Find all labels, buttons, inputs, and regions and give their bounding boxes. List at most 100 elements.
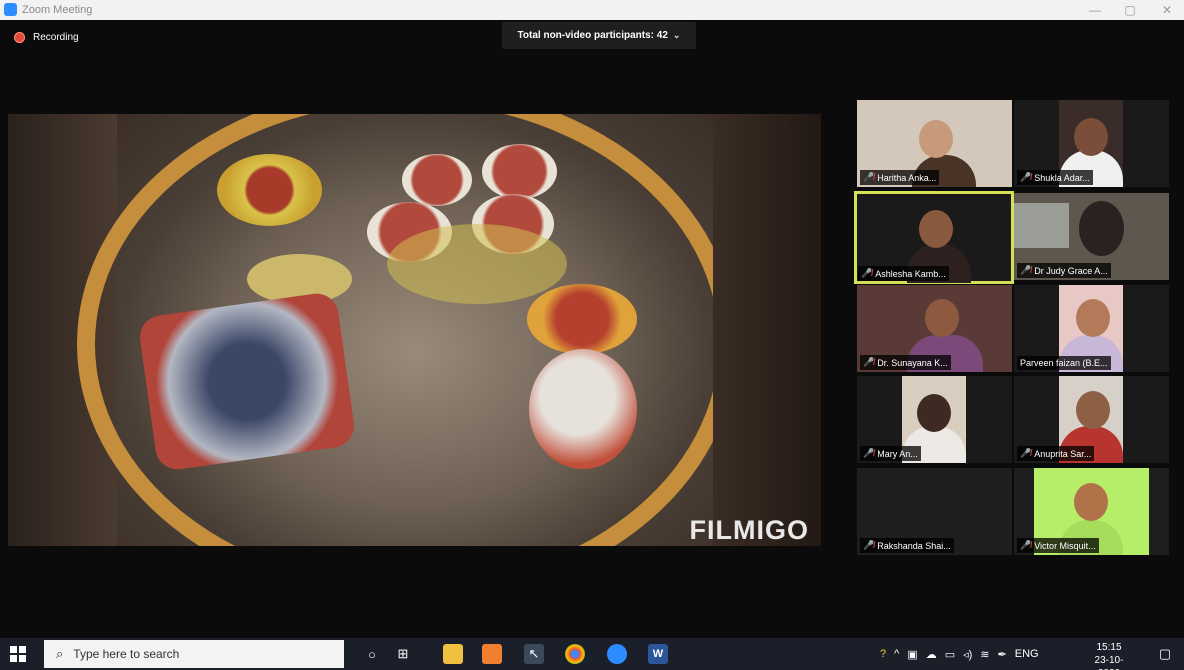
participant-name: Rakshanda Shai...	[877, 540, 951, 551]
mic-muted-icon: 🎤̸	[863, 172, 875, 182]
filmigo-watermark: FILMIGO	[689, 515, 809, 545]
clock-time: 15:15	[1096, 642, 1122, 653]
participant-name: Anuprita Sar...	[1034, 448, 1092, 459]
title-bar: Zoom Meeting — ▢ ✕	[0, 0, 1184, 20]
wifi-icon[interactable]: ≋	[980, 648, 989, 661]
window-title: Zoom Meeting	[22, 4, 93, 16]
diya-pot-top	[527, 284, 637, 354]
mic-muted-icon: 🎤̸	[1020, 265, 1032, 275]
close-button[interactable]: ✕	[1152, 1, 1182, 19]
participant-name: Dr Judy Grace A...	[1034, 265, 1108, 276]
participant-face	[1074, 483, 1108, 521]
diya-blue-square	[137, 290, 357, 473]
participant-tile[interactable]: 🎤̸ Haritha Anka...	[857, 100, 1012, 187]
chevron-up-icon[interactable]: ^	[894, 648, 899, 660]
participant-name-tag: 🎤̸ Dr Judy Grace A...	[1017, 263, 1111, 278]
participant-face	[919, 120, 953, 158]
participant-name-tag: 🎤̸ Rakshanda Shai...	[860, 538, 954, 553]
participant-name-tag: 🎤̸ Ashlesha Kamb...	[858, 266, 949, 281]
non-video-participants-button[interactable]: Total non-video participants: 42 ⌄	[502, 22, 696, 49]
mic-muted-icon: 🎤̸	[861, 268, 873, 278]
participant-tile-active-speaker[interactable]: 🎤̸ Ashlesha Kamb...	[854, 191, 1014, 284]
participant-tile[interactable]: 🎤̸ Shukla Adar...	[1014, 100, 1169, 187]
participant-name: Haritha Anka...	[877, 172, 937, 183]
zoom-window: Zoom Meeting — ▢ ✕ Recording Total non-v…	[0, 0, 1184, 670]
participant-name: Shukla Adar...	[1034, 172, 1090, 183]
chrome-icon[interactable]	[565, 644, 585, 664]
participant-name: Dr. Sunayana K...	[877, 357, 948, 368]
participant-face	[1074, 118, 1108, 156]
participant-face	[917, 394, 951, 432]
notification-icon[interactable]: ▢	[1155, 644, 1175, 664]
participant-name-tag: 🎤̸ Shukla Adar...	[1017, 170, 1093, 185]
participant-background	[1014, 203, 1069, 248]
chevron-down-icon: ⌄	[672, 30, 681, 40]
mic-muted-icon: 🎤̸	[1020, 448, 1032, 458]
word-icon[interactable]: W	[648, 644, 668, 664]
meeting-area: Recording Total non-video participants: …	[0, 20, 1184, 638]
recording-label: Recording	[33, 32, 79, 43]
participant-face	[1079, 201, 1124, 256]
participant-tile[interactable]: Parveen faizan (B.E...	[1014, 285, 1169, 372]
shared-screen-blur-right	[713, 114, 821, 546]
task-view-icon[interactable]: ⊞	[393, 644, 413, 664]
participant-tile[interactable]: 🎤̸ Rakshanda Shai...	[857, 468, 1012, 555]
mic-muted-icon: 🎤̸	[863, 448, 875, 458]
volume-icon[interactable]: ◃)	[963, 648, 972, 661]
diya-red-1	[402, 154, 472, 206]
yellow-mat	[387, 224, 567, 304]
snipping-tool-icon[interactable]: ↖	[524, 644, 544, 664]
participant-name: Mary An...	[877, 448, 918, 459]
participant-face	[919, 210, 953, 248]
search-placeholder: Type here to search	[73, 647, 180, 661]
pen-icon[interactable]: ✒	[998, 648, 1007, 661]
cortana-icon[interactable]: ○	[362, 644, 382, 664]
xampp-icon[interactable]	[482, 644, 502, 664]
taskbar-clock[interactable]: 15:15 23-10-2020	[1086, 641, 1132, 670]
windows-taskbar: ⌕ Type here to search ○ ⊞ ↖ W ? ^ ▣ ☁ ▭ …	[0, 638, 1184, 670]
diya-pot	[529, 349, 637, 469]
participants-pill-label: Total non-video participants: 42	[517, 30, 668, 41]
shared-photo	[77, 114, 737, 546]
search-icon: ⌕	[56, 646, 64, 661]
file-explorer-icon[interactable]	[443, 644, 463, 664]
clock-date: 23-10-2020	[1094, 655, 1124, 670]
participant-face	[925, 299, 959, 337]
participant-name-tag: Parveen faizan (B.E...	[1017, 356, 1111, 370]
mic-muted-icon: 🎤̸	[1020, 540, 1032, 550]
mic-muted-icon: 🎤̸	[863, 357, 875, 367]
participant-name-tag: 🎤̸ Mary An...	[860, 446, 921, 461]
participant-tile[interactable]: 🎤̸ Dr. Sunayana K...	[857, 285, 1012, 372]
participant-face	[1076, 299, 1110, 337]
zoom-app-icon	[4, 3, 17, 16]
participant-face	[1076, 391, 1110, 429]
participant-name: Victor Misquit...	[1034, 540, 1096, 551]
participant-tile[interactable]: 🎤̸ Mary An...	[857, 376, 1012, 463]
taskbar-search-input[interactable]: ⌕ Type here to search	[44, 640, 344, 668]
shared-screen[interactable]: FILMIGO	[8, 114, 821, 546]
help-icon[interactable]: ?	[880, 648, 886, 660]
maximize-button[interactable]: ▢	[1115, 1, 1145, 19]
diya-red-2	[482, 144, 557, 199]
participant-name-tag: 🎤̸ Dr. Sunayana K...	[860, 355, 951, 370]
participant-name: Ashlesha Kamb...	[875, 268, 946, 279]
diya-yellow	[217, 154, 322, 226]
participant-tile[interactable]: 🎤̸ Anuprita Sar...	[1014, 376, 1169, 463]
recording-indicator[interactable]: Recording	[14, 32, 79, 43]
mic-muted-icon: 🎤̸	[1020, 172, 1032, 182]
participant-tile[interactable]: 🎤̸ Victor Misquit...	[1014, 468, 1169, 555]
windows-start-icon[interactable]	[10, 646, 26, 662]
participant-tile[interactable]: 🎤̸ Dr Judy Grace A...	[1014, 193, 1169, 280]
onedrive-icon[interactable]: ☁	[926, 648, 937, 661]
recording-icon	[14, 32, 25, 43]
minimize-button[interactable]: —	[1080, 1, 1110, 19]
participant-name: Parveen faizan (B.E...	[1020, 358, 1108, 368]
battery-icon[interactable]: ▭	[945, 648, 955, 661]
participant-name-tag: 🎤̸ Victor Misquit...	[1017, 538, 1099, 553]
tray-app-icon[interactable]: ▣	[907, 648, 917, 661]
system-tray: ? ^ ▣ ☁ ▭ ◃) ≋ ✒ ENG	[880, 638, 1039, 670]
participant-name-tag: 🎤̸ Anuprita Sar...	[1017, 446, 1095, 461]
zoom-taskbar-icon[interactable]	[607, 644, 627, 664]
language-indicator[interactable]: ENG	[1015, 648, 1039, 660]
participant-name-tag: 🎤̸ Haritha Anka...	[860, 170, 940, 185]
